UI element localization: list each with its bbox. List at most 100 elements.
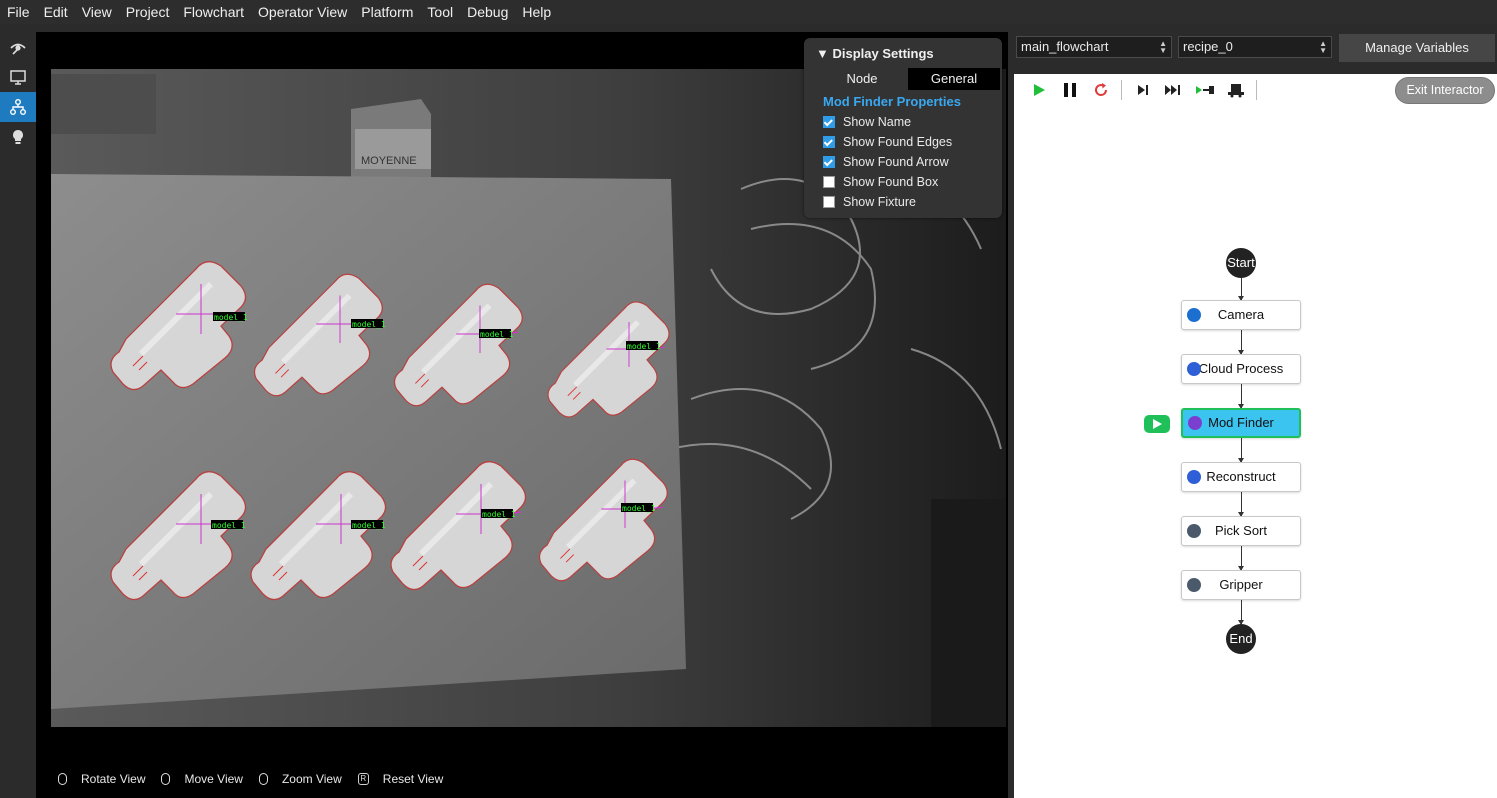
collapse-triangle-icon: ▼ <box>816 46 829 61</box>
play-button[interactable] <box>1028 79 1050 101</box>
box-label: MOYENNE <box>361 155 417 167</box>
display-settings-panel: ▼ Display Settings Node General Mod Find… <box>804 38 1002 218</box>
flow-link <box>1238 384 1244 409</box>
menu-help[interactable]: Help <box>515 0 558 24</box>
recipe-select[interactable]: recipe_0 ▲ ▼ <box>1178 36 1332 58</box>
step-out-icon <box>1228 84 1244 98</box>
show-found-edges-checkbox[interactable] <box>823 136 835 148</box>
monitor-view-button[interactable] <box>0 62 36 92</box>
mouse-right-icon <box>161 773 171 785</box>
flowchart-pane: main_flowchart ▲ ▼ recipe_0 ▲ ▼ Manage Var… <box>1008 32 1497 798</box>
menu-project[interactable]: Project <box>119 0 177 24</box>
flowchart-select[interactable]: main_flowchart ▲ ▼ <box>1016 36 1172 58</box>
vision-view-button[interactable] <box>0 32 36 62</box>
step-out-button[interactable] <box>1225 79 1247 101</box>
key-r-icon: R <box>357 773 369 785</box>
display-settings-tabs: Node General <box>816 68 1000 90</box>
wrench-icon <box>1187 578 1201 592</box>
flow-link <box>1238 600 1244 625</box>
model-label-5: model_1 <box>212 521 246 530</box>
show-found-box-option[interactable]: Show Found Box <box>804 172 1002 192</box>
start-node[interactable]: Start <box>1226 248 1256 278</box>
show-fixture-checkbox[interactable] <box>823 196 835 208</box>
rotate-view-hint: Rotate View <box>58 772 145 786</box>
pause-button[interactable] <box>1059 79 1081 101</box>
restart-icon <box>1095 83 1108 96</box>
model-label-4: model_1 <box>627 342 661 351</box>
node-cloud-process[interactable]: Cloud Process <box>1181 354 1301 384</box>
menu-platform[interactable]: Platform <box>354 0 420 24</box>
flowchart-icon <box>10 99 26 115</box>
spin-arrows-icon: ▲ ▼ <box>1319 39 1327 55</box>
cube-icon <box>1187 362 1201 376</box>
move-view-hint: Move View <box>161 772 243 786</box>
menu-tool[interactable]: Tool <box>420 0 460 24</box>
wrench-icon <box>1187 524 1201 538</box>
show-found-arrow-option[interactable]: Show Found Arrow <box>804 152 1002 172</box>
toolbar-divider <box>1256 80 1257 100</box>
node-mod-finder[interactable]: Mod Finder <box>1181 408 1301 438</box>
pause-icon <box>1064 83 1076 97</box>
zoom-view-hint: Zoom View <box>258 772 342 786</box>
manage-variables-button[interactable]: Manage Variables <box>1339 34 1495 62</box>
code-icon <box>1188 416 1202 430</box>
menu-bar: File Edit View Project Flowchart Operato… <box>0 0 1497 24</box>
tab-general[interactable]: General <box>908 68 1000 90</box>
left-toolbar <box>0 32 36 798</box>
step-into-icon <box>1196 86 1214 94</box>
menu-debug[interactable]: Debug <box>460 0 515 24</box>
play-icon <box>1034 84 1045 96</box>
node-camera[interactable]: Camera <box>1181 300 1301 330</box>
step-over-button[interactable] <box>1163 79 1185 101</box>
tab-node[interactable]: Node <box>816 68 908 90</box>
view-controls-hint: Rotate View Move View Zoom View R Reset … <box>36 764 1008 794</box>
monitor-icon <box>10 70 26 85</box>
camera-icon <box>1187 308 1201 322</box>
show-found-edges-option[interactable]: Show Found Edges <box>804 132 1002 152</box>
node-pick-sort[interactable]: Pick Sort <box>1181 516 1301 546</box>
node-gripper[interactable]: Gripper <box>1181 570 1301 600</box>
show-found-arrow-checkbox[interactable] <box>823 156 835 168</box>
menu-operator-view[interactable]: Operator View <box>251 0 354 24</box>
mouse-wheel-icon <box>258 773 268 785</box>
restart-button[interactable] <box>1090 79 1112 101</box>
toolbar-divider <box>1121 80 1122 100</box>
eye-wand-icon <box>10 43 26 55</box>
show-name-checkbox[interactable] <box>823 116 835 128</box>
flow-link <box>1238 278 1244 301</box>
section-title: Mod Finder Properties <box>823 94 961 109</box>
step-icon <box>1138 85 1148 95</box>
flow-link <box>1238 492 1244 517</box>
step-button[interactable] <box>1132 79 1154 101</box>
show-found-box-checkbox[interactable] <box>823 176 835 188</box>
menu-view[interactable]: View <box>75 0 119 24</box>
model-label-7: model_1 <box>482 510 516 519</box>
tips-view-button[interactable] <box>0 122 36 152</box>
flow-toolbar: Exit Interactor <box>1014 74 1497 106</box>
flowchart-canvas[interactable]: Exit Interactor Start Camera Cloud Proce… <box>1014 74 1497 798</box>
model-label-2: model_1 <box>352 320 386 329</box>
mouse-left-icon <box>58 773 67 785</box>
exit-interactor-button[interactable]: Exit Interactor <box>1395 77 1495 104</box>
model-label-3: model_1 <box>480 330 514 339</box>
display-settings-header[interactable]: ▼ Display Settings <box>804 38 1002 68</box>
show-name-option[interactable]: Show Name <box>804 112 1002 132</box>
menu-flowchart[interactable]: Flowchart <box>176 0 251 24</box>
spin-arrows-icon: ▲ ▼ <box>1159 39 1167 55</box>
menu-edit[interactable]: Edit <box>37 0 75 24</box>
end-node[interactable]: End <box>1226 624 1256 654</box>
step-into-button[interactable] <box>1194 79 1216 101</box>
model-label-8: model_1 <box>622 504 656 513</box>
flow-link <box>1238 330 1244 355</box>
flowchart-view-button[interactable] <box>0 92 36 122</box>
menu-file[interactable]: File <box>0 0 37 24</box>
flow-link <box>1238 438 1244 463</box>
model-label-1: model_1 <box>214 313 248 322</box>
node-reconstruct[interactable]: Reconstruct <box>1181 462 1301 492</box>
lightbulb-icon <box>13 130 23 144</box>
current-node-marker <box>1144 415 1170 433</box>
model-label-6: model_1 <box>352 521 386 530</box>
show-fixture-option[interactable]: Show Fixture <box>804 192 1002 212</box>
step-over-icon <box>1165 85 1180 95</box>
flow-link <box>1238 546 1244 571</box>
